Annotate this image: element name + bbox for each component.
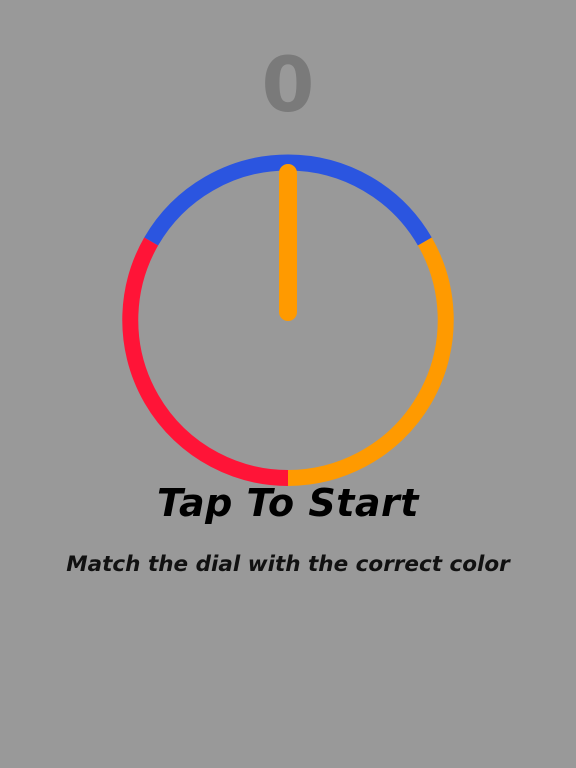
color-dial[interactable] <box>0 0 576 768</box>
tap-to-start-button[interactable]: Tap To Start <box>0 480 576 526</box>
game-screen[interactable]: 0 Tap To Start Match the dial with the c… <box>0 0 576 768</box>
dial-segment-orange <box>287 237 454 486</box>
instruction-text: Match the dial with the correct color <box>66 552 510 577</box>
dial-segment-red <box>122 237 289 486</box>
